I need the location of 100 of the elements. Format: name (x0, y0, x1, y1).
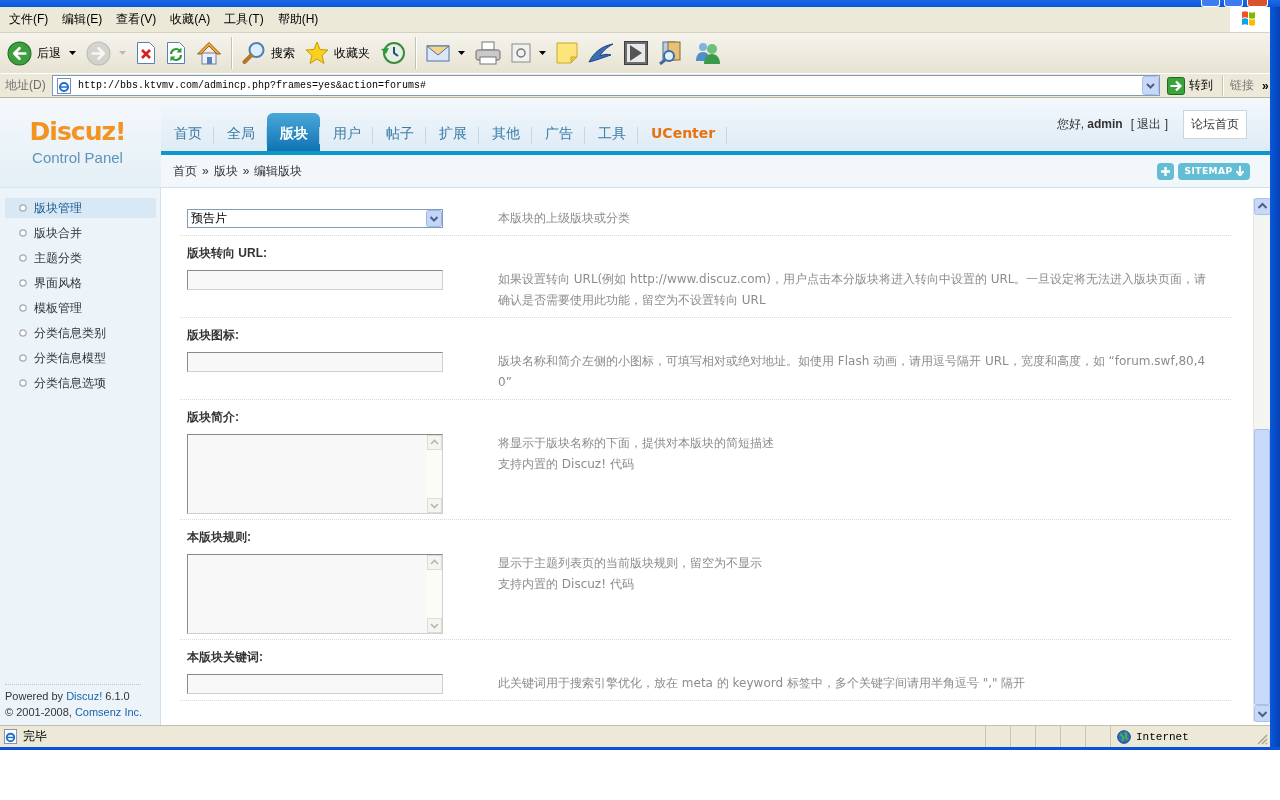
globe-icon (1117, 729, 1131, 744)
page-icon (56, 77, 72, 94)
resize-grip-icon[interactable] (1256, 733, 1268, 745)
breadcrumb-current: 编辑版块 (254, 162, 303, 180)
menu-item[interactable]: 帮助(H) (271, 9, 325, 30)
select-field[interactable]: 预告片 (187, 209, 443, 228)
sidebar-item[interactable]: 分类信息选项 (5, 373, 156, 393)
refresh-icon (166, 41, 186, 65)
plus-icon[interactable] (1157, 162, 1174, 180)
bird-icon (588, 42, 614, 64)
envelope-icon (426, 43, 450, 63)
logout-link[interactable]: [ 退出 ] (1130, 116, 1168, 133)
ring-icon (19, 229, 27, 237)
printer-icon (475, 41, 501, 65)
powered-by-text: Powered by Discuz! 6.1.0 (5, 689, 131, 704)
ring-icon (19, 204, 27, 212)
field-description: 支持内置的 Discuz! 代码 (498, 456, 635, 473)
field-description: 如果设置转向 URL(例如 http://www.discuz.com)，用户点击本分版块将进入转向中设置的 URL。一旦设定将无法进入版块页面，请确认是否需要使用此功能，留空为不设置转向 URL (498, 271, 1208, 309)
nav-tab[interactable]: 工具 (585, 113, 638, 151)
scroll-thumb[interactable] (1254, 429, 1270, 705)
people-icon (694, 41, 722, 65)
sidebar-item[interactable]: 版块合并 (5, 223, 156, 243)
ring-icon (19, 254, 27, 262)
tile-icon (624, 41, 648, 65)
sidebar-item[interactable]: 界面风格 (5, 273, 156, 293)
menu-item[interactable]: 编辑(E) (56, 9, 109, 30)
field-description: 本版块的上级版块或分类 (498, 210, 631, 227)
more-button[interactable]: » (1262, 78, 1269, 93)
ring-icon (19, 379, 27, 387)
nav-tab[interactable]: 扩展 (426, 113, 479, 151)
go-button[interactable]: 转到 (1164, 74, 1216, 97)
ring-icon (19, 279, 27, 287)
sidebar-item[interactable]: 版块管理 (5, 198, 156, 218)
ring-icon (19, 329, 27, 337)
nav-tab[interactable]: 版块 (267, 113, 320, 151)
nav-tab[interactable]: 首页 (161, 113, 214, 151)
nav-tab[interactable]: 其他 (479, 113, 532, 151)
breadcrumb-separator: » (202, 164, 209, 178)
greeting-text: 您好, admin (1056, 116, 1123, 133)
page-icon (511, 43, 531, 63)
search-icon (242, 41, 266, 65)
book-icon (658, 41, 684, 65)
field-label: 版块转向 URL: (187, 245, 268, 262)
scrollbar[interactable] (427, 555, 442, 633)
menu-item[interactable]: 文件(F) (3, 9, 55, 30)
text-field[interactable] (187, 270, 443, 290)
zone-text: Internet (1136, 730, 1189, 743)
clock-icon (380, 41, 406, 65)
menu-item[interactable]: 工具(T) (218, 9, 270, 30)
favorites-button[interactable]: 收藏夹 (302, 36, 373, 70)
nav-tab[interactable]: 全局 (214, 113, 267, 151)
links-label[interactable]: 链接 (1230, 77, 1254, 94)
text-field[interactable] (187, 352, 443, 372)
sidebar-item[interactable]: 模板管理 (5, 298, 156, 318)
breadcrumb-link[interactable]: 版块 (213, 162, 238, 180)
discuz-link[interactable]: Discuz! (66, 690, 103, 702)
sidebar-item[interactable]: 分类信息类别 (5, 323, 156, 343)
field-label: 版块图标: (187, 327, 240, 344)
field-description: 版块名称和简介左侧的小图标，可填写相对或绝对地址。如使用 Flash 动画，请用逗号隔开 URL，宽度和高度，如 “forum.swf,80,40” (498, 353, 1207, 391)
textarea-field[interactable] (187, 554, 443, 634)
star-icon (305, 41, 329, 65)
ring-icon (19, 304, 27, 312)
forum-home-button[interactable]: 论坛首页 (1183, 110, 1247, 139)
address-label: 地址(D) (5, 77, 47, 94)
page-scrollbar[interactable] (1253, 198, 1270, 722)
sidebar-item[interactable]: 主题分类 (5, 248, 156, 268)
note-icon (556, 42, 578, 64)
down-arrow-icon (1235, 166, 1244, 176)
field-description: 支持内置的 Discuz! 代码 (498, 576, 635, 593)
back-button[interactable]: 后退 (4, 36, 79, 70)
scroll-up-icon[interactable] (1254, 198, 1271, 215)
address-field[interactable]: http://bbs.ktvmv.com/admincp.php?frames=yes&action=forums# (52, 75, 1160, 96)
ring-icon (19, 354, 27, 362)
text-field[interactable] (187, 674, 443, 694)
company-link[interactable]: Comsenz Inc. (74, 706, 143, 718)
nav-tab[interactable]: 广告 (532, 113, 585, 151)
chevron-down-icon[interactable] (1142, 76, 1159, 95)
field-label: 本版块关键词: (187, 649, 264, 666)
nav-tab[interactable]: 用户 (320, 113, 373, 151)
page-icon (3, 729, 18, 744)
breadcrumb-separator: » (242, 164, 250, 178)
status-text: 完毕 (23, 728, 47, 745)
menu-item[interactable]: 收藏(A) (164, 9, 217, 30)
scroll-down-icon[interactable] (1254, 705, 1271, 722)
chevron-down-icon (426, 210, 442, 227)
breadcrumb-link[interactable]: 首页 (173, 162, 197, 180)
search-button[interactable]: 搜索 (239, 36, 298, 70)
copyright-text: © 2001-2008, Comsenz Inc. (5, 705, 141, 720)
sidebar-item[interactable]: 分类信息模型 (5, 348, 156, 368)
nav-tab[interactable]: 帖子 (373, 113, 426, 151)
right-arrow-icon (1167, 76, 1185, 95)
page-cross-icon (136, 41, 156, 65)
textarea-field[interactable] (187, 434, 443, 514)
scrollbar[interactable] (427, 435, 442, 513)
field-description: 显示于主题列表页的当前版块规则，留空为不显示 (498, 555, 763, 572)
menu-item[interactable]: 查看(V) (110, 9, 163, 30)
field-label: 版块简介: (187, 409, 240, 426)
logo-subtitle: Control Panel (32, 149, 123, 167)
field-description: 此关键词用于搜索引擎优化，放在 meta 的 keyword 标签中，多个关键字间请用半角逗号 "," 隔开 (498, 675, 1027, 692)
field-label: 本版块规则: (187, 529, 252, 546)
